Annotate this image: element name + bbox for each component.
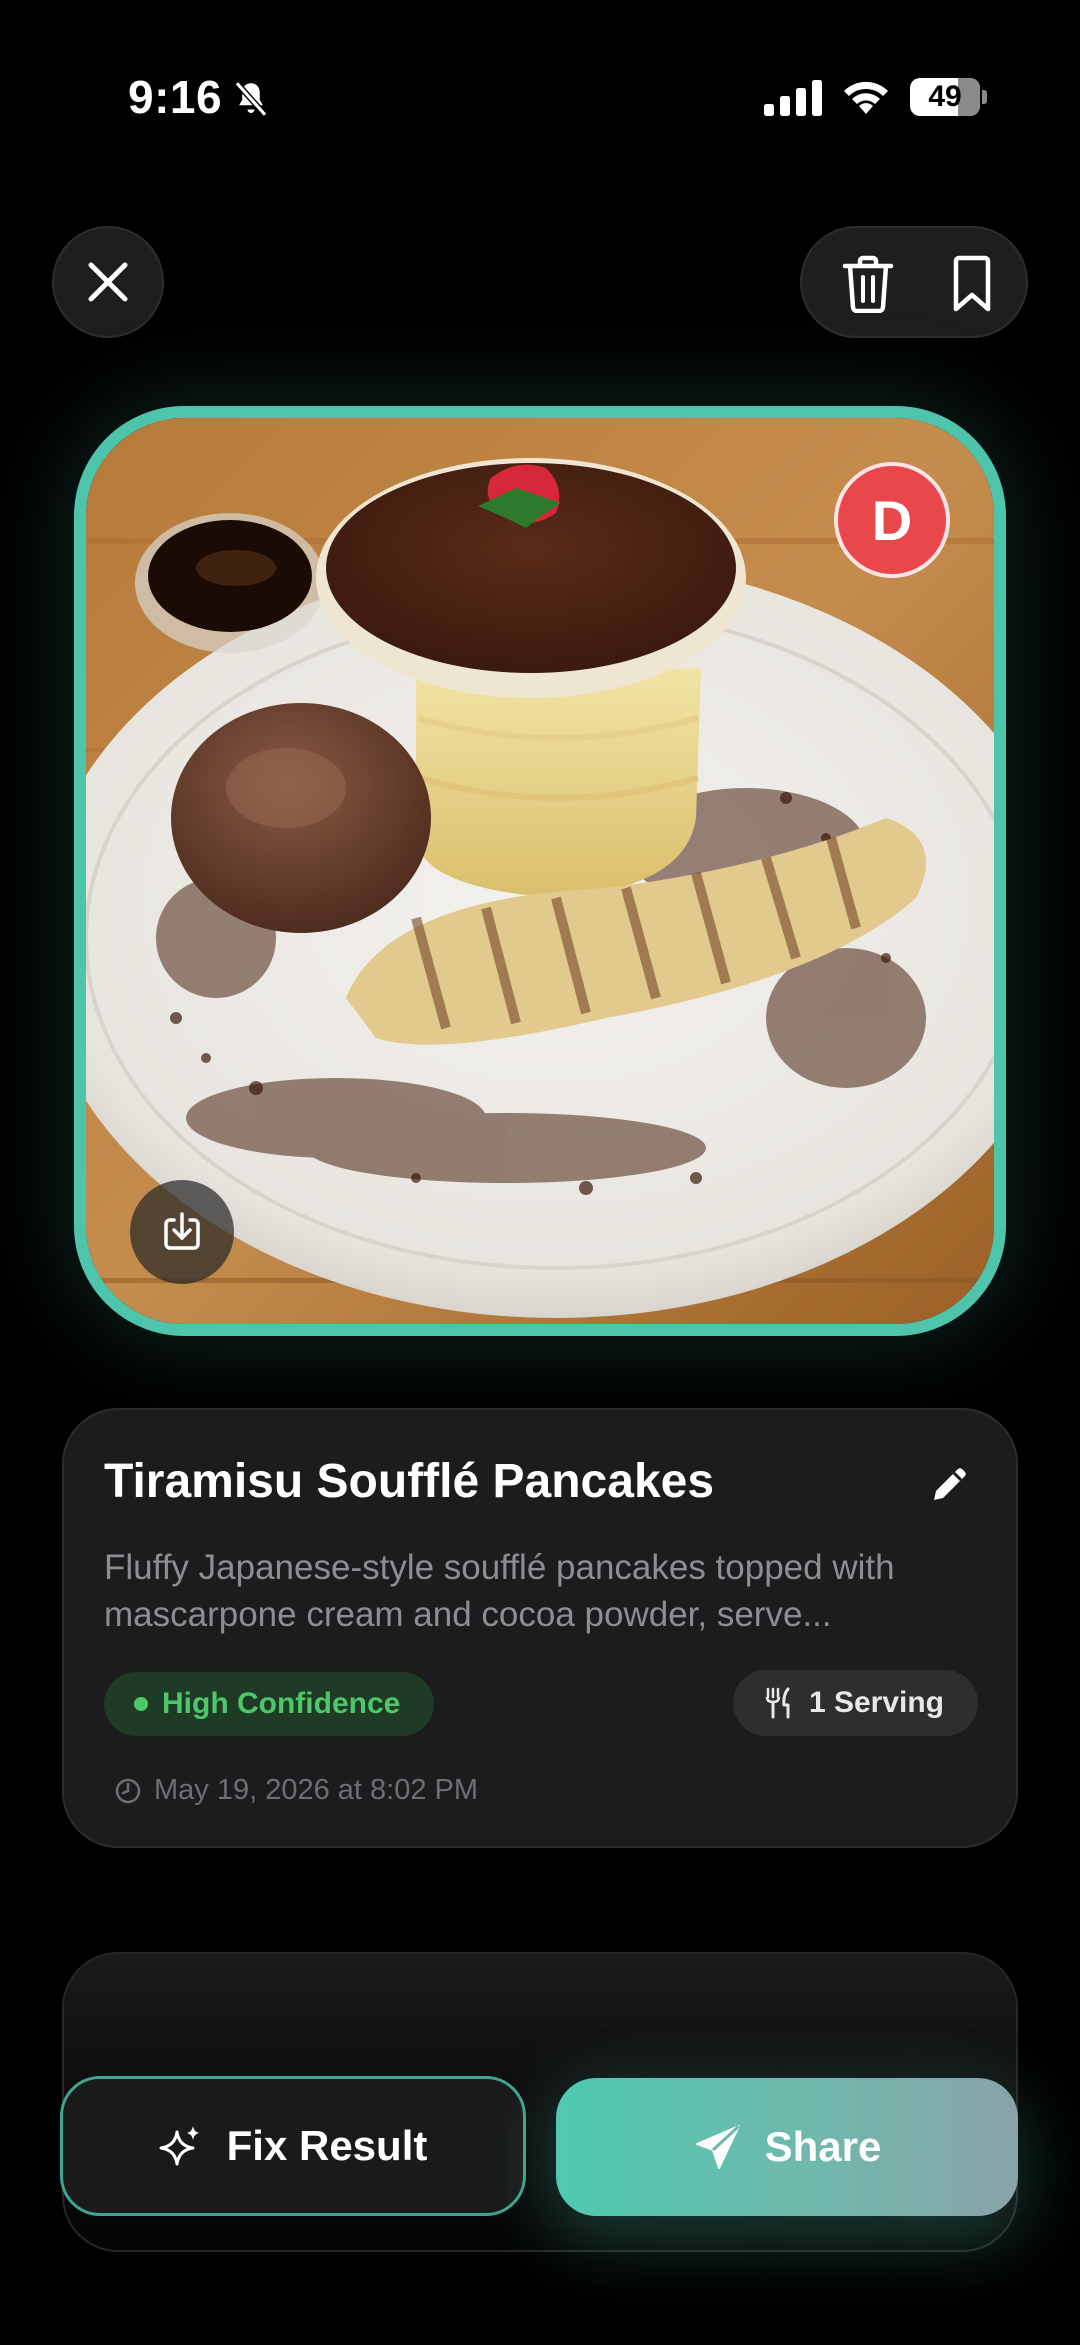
close-button[interactable] (52, 226, 164, 338)
wifi-icon (844, 81, 888, 114)
status-time: 9:16 (128, 71, 223, 123)
confidence-badge: High Confidence (104, 1672, 435, 1736)
confidence-label: High Confidence (162, 1687, 401, 1720)
serving-label: 1 Serving (808, 1686, 944, 1719)
meal-title: Tiramisu Soufflé Pancakes (104, 1455, 715, 1508)
fork-knife-icon (765, 1687, 790, 1719)
fix-result-label: Fix Result (226, 2122, 428, 2169)
top-actions-group (800, 226, 1028, 338)
battery-body: 49 (910, 78, 980, 116)
battery-cap (982, 90, 987, 104)
close-icon (88, 262, 128, 302)
trash-icon (842, 255, 894, 313)
meal-info-card: Tiramisu Soufflé Pancakes Fluffy Japanes… (62, 1408, 1018, 1848)
paper-plane-icon (695, 2124, 740, 2169)
cellular-signal-icon (764, 80, 822, 116)
edit-title-button[interactable] (920, 1454, 980, 1514)
sparkles-icon (159, 2126, 199, 2166)
bookmark-button[interactable] (942, 254, 1002, 314)
meal-timestamp: May 19, 2026 at 8:02 PM (154, 1774, 479, 1806)
delete-button[interactable] (838, 254, 898, 314)
status-bar: 9:16 49 (0, 0, 1080, 140)
health-grade-badge: D (834, 462, 950, 578)
share-label: Share (764, 2123, 882, 2170)
download-icon (164, 1212, 200, 1250)
confidence-dot-icon (134, 1697, 148, 1711)
pencil-icon (934, 1468, 966, 1500)
meal-description: Fluffy Japanese-style soufflé pancakes t… (104, 1548, 895, 1634)
fix-result-button[interactable]: Fix Result (60, 2076, 526, 2216)
mute-bell-icon (234, 81, 268, 117)
serving-selector[interactable]: 1 Serving (732, 1670, 978, 1736)
bookmark-icon (953, 255, 991, 312)
clock-icon (115, 1778, 141, 1803)
download-button[interactable] (130, 1180, 234, 1284)
share-button[interactable]: Share (556, 2078, 1018, 2216)
battery-icon: 49 (910, 78, 988, 116)
timestamp-row: May 19, 2026 at 8:02 PM (114, 1774, 478, 1807)
battery-level: 49 (928, 80, 962, 113)
